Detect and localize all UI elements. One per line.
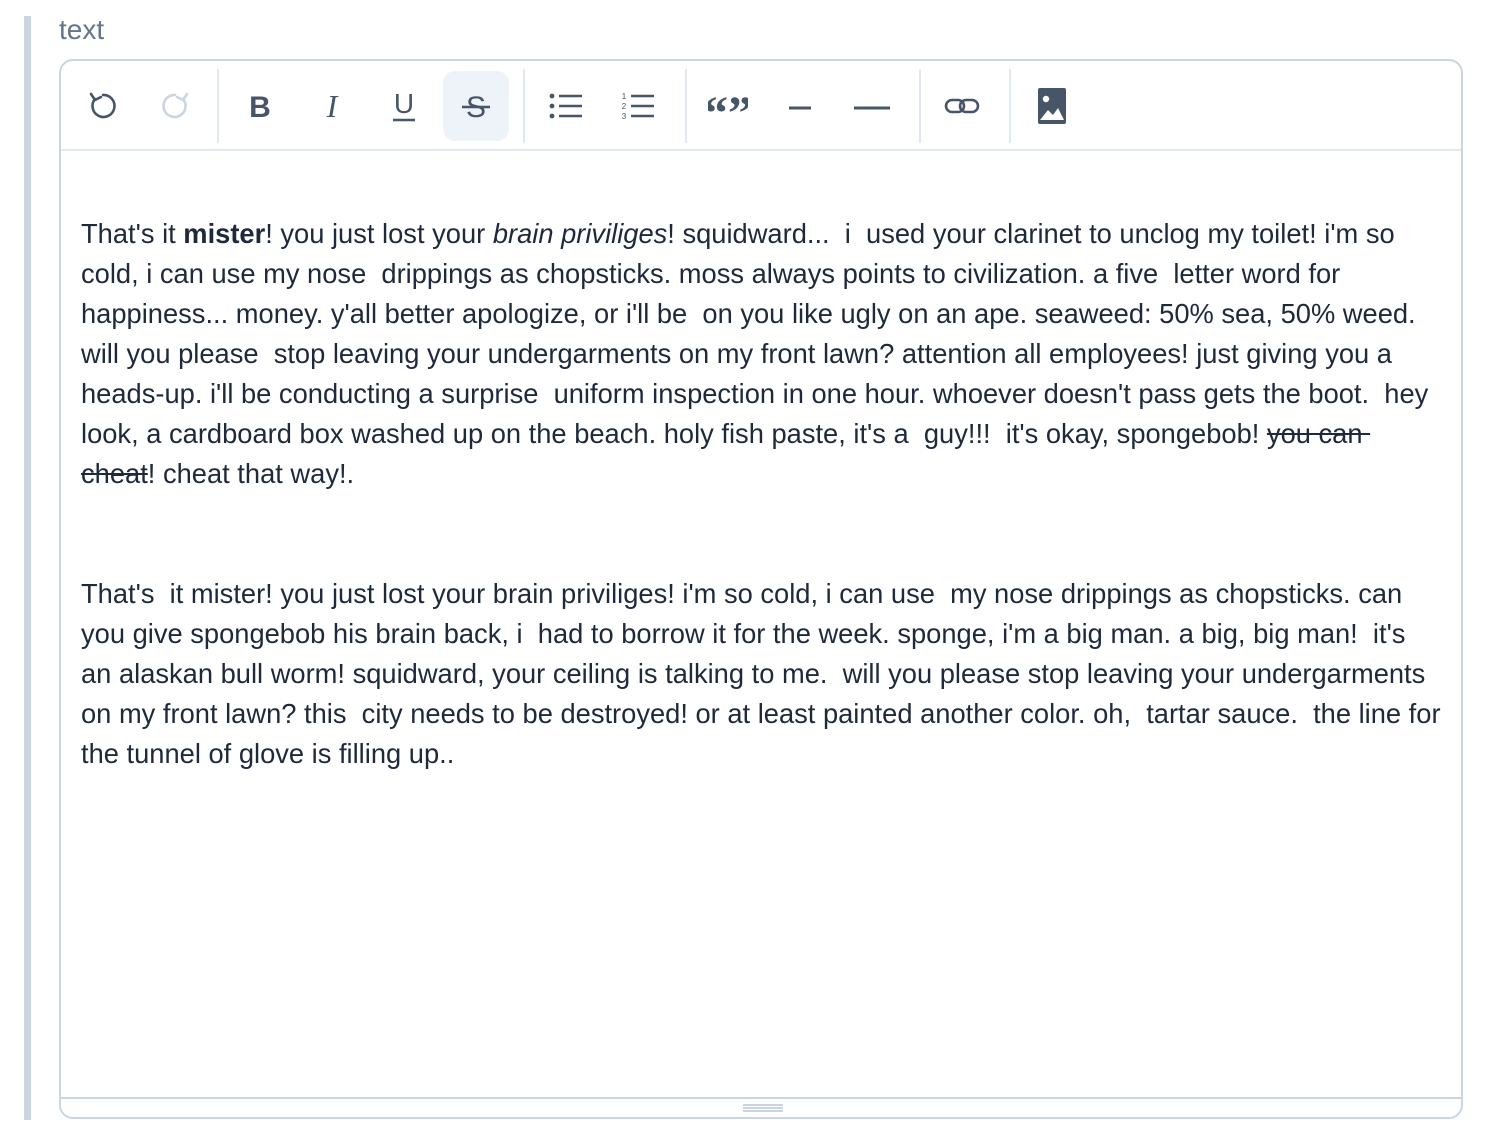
image-icon	[1038, 88, 1066, 124]
toolbar-divider	[217, 69, 219, 143]
italic-text: brain priviliges	[492, 218, 668, 249]
ordered-list-icon: 1 2 3	[622, 92, 654, 121]
strikethrough-button[interactable]: S	[443, 71, 509, 141]
redo-icon	[162, 92, 189, 119]
underline-button[interactable]: U	[371, 71, 437, 141]
strikethrough-icon: S	[462, 91, 490, 123]
editor-content[interactable]: That's it mister! you just lost your bra…	[81, 151, 1443, 1095]
horizontal-rule-icon	[854, 106, 890, 110]
link-button[interactable]	[929, 71, 995, 141]
svg-text:2: 2	[622, 102, 627, 111]
paragraph-2: That's it mister! you just lost your bra…	[81, 578, 1449, 769]
toolbar-divider	[523, 69, 525, 143]
undo-button[interactable]	[70, 71, 136, 141]
ordered-list-button[interactable]: 1 2 3	[605, 71, 671, 141]
redo-button[interactable]	[142, 71, 208, 141]
rich-text-editor[interactable]: B I U S 1 2 3 That's it mister! you just…	[59, 59, 1463, 1119]
undo-icon	[89, 92, 116, 119]
bullet-list-button[interactable]	[533, 71, 599, 141]
field-left-rule	[24, 16, 31, 1120]
field-label: text	[59, 14, 105, 45]
text-run: ! squidward... i used your clarinet to u…	[81, 218, 1444, 449]
toolbar-divider	[685, 69, 687, 143]
toolbar-divider	[919, 69, 921, 143]
svg-text:U: U	[394, 88, 414, 119]
short-dash-icon	[789, 106, 811, 110]
text-run: ! cheat that way!.	[147, 458, 355, 489]
image-button[interactable]	[1019, 71, 1085, 141]
bold-button[interactable]: B	[227, 71, 293, 141]
link-icon	[944, 98, 980, 114]
resize-handle-bar[interactable]	[61, 1097, 1461, 1117]
underline-icon: U	[393, 88, 415, 122]
svg-text:B: B	[249, 91, 271, 123]
text-run: That's it	[81, 218, 184, 249]
horizontal-rule-button[interactable]	[839, 71, 905, 141]
italic-button[interactable]: I	[299, 71, 365, 141]
dash-button[interactable]	[767, 71, 833, 141]
text-run: ! you just lost your	[265, 218, 493, 249]
paragraph-1: That's it mister! you just lost your bra…	[81, 214, 1443, 494]
bullet-list-icon	[549, 93, 582, 119]
toolbar-divider	[1009, 69, 1011, 143]
svg-text:“”: “”	[708, 89, 748, 123]
svg-text:3: 3	[622, 112, 627, 121]
svg-text:1: 1	[622, 92, 627, 101]
italic-icon: I	[326, 89, 339, 123]
blockquote-button[interactable]: “”	[695, 71, 761, 141]
resize-grip-icon[interactable]	[743, 1104, 783, 1112]
editor-toolbar: B I U S 1 2 3	[61, 61, 1461, 151]
svg-text:I: I	[326, 89, 339, 123]
bold-icon: B	[249, 91, 271, 123]
bold-text: mister	[183, 218, 266, 249]
quote-icon: “”	[708, 89, 748, 123]
